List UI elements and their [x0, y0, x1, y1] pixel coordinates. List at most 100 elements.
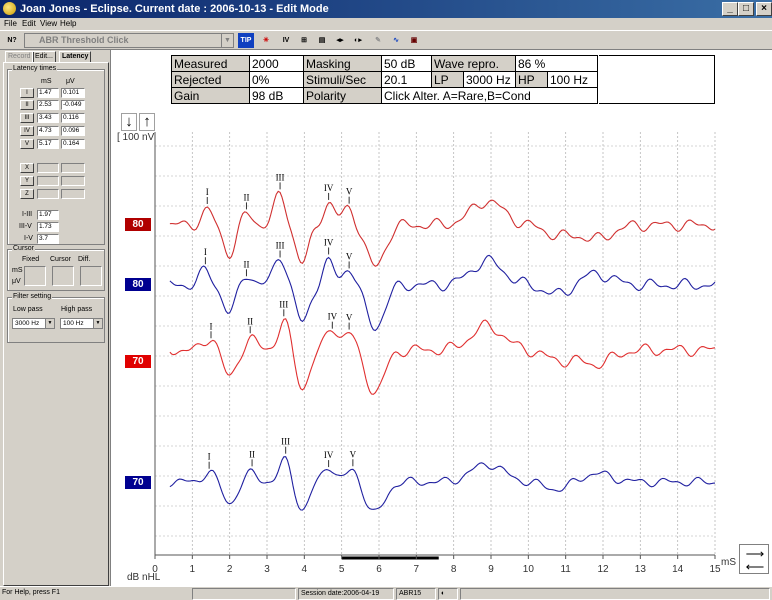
- waveform-area[interactable]: Measured 2000 Masking 50 dB Wave repro. …: [110, 50, 772, 586]
- peak-marker-label: II: [249, 449, 255, 459]
- peak-marker-label: I: [208, 452, 211, 462]
- chevron-down-icon: ▼: [45, 319, 54, 328]
- cursor-cursor-header: Cursor: [50, 256, 72, 263]
- peak-marker-label: III: [279, 299, 288, 309]
- wave-iv-ms: 4.73: [37, 126, 59, 136]
- chevron-down-icon: ▼: [221, 34, 233, 47]
- x-tick-label: 6: [376, 564, 382, 575]
- status-help-text: For Help, press F1: [2, 589, 60, 596]
- marker-x-uv: [61, 163, 85, 173]
- x-axis-unit: mS: [721, 557, 736, 568]
- cursor-group: Cursor Fixed Cursor Diff. mS μV: [7, 245, 105, 291]
- menu-edit[interactable]: Edit: [22, 19, 36, 28]
- menu-view[interactable]: View: [40, 19, 57, 28]
- interval-i-iii-value: 1.97: [37, 210, 59, 220]
- latency-group-title: Latency times: [12, 65, 58, 72]
- x-tick-label: 15: [709, 564, 721, 575]
- uv-column-header: μV: [66, 78, 75, 85]
- title-bar: Joan Jones - Eclipse. Current date : 200…: [0, 0, 772, 18]
- interval-i-v-value: 3.7: [37, 234, 59, 244]
- save-icon[interactable]: ▣: [406, 33, 422, 48]
- filter-group-title: Filter setting: [12, 293, 53, 300]
- wave-iii-button[interactable]: III: [20, 113, 34, 123]
- panel-tabs: Record Edit... Latency: [3, 50, 109, 62]
- compare-icon[interactable]: ◐▸: [350, 33, 366, 48]
- marker-y-button[interactable]: Y: [20, 176, 34, 186]
- print-icon[interactable]: ▤: [314, 33, 330, 48]
- tip-icon[interactable]: TIP: [238, 33, 254, 48]
- close-button[interactable]: ×: [756, 2, 772, 16]
- waveform-sum-icon[interactable]: ⊞: [296, 33, 312, 48]
- low-pass-select[interactable]: 3000 Hz ▼: [12, 318, 55, 329]
- marker-x-button[interactable]: X: [20, 163, 34, 173]
- marker-x-ms: [37, 163, 59, 173]
- wave-i-button[interactable]: I: [20, 88, 34, 98]
- high-pass-select[interactable]: 100 Hz ▼: [60, 318, 103, 329]
- x-tick-label: 3: [264, 564, 270, 575]
- marker-icon[interactable]: ✳: [258, 33, 274, 48]
- status-session-date: Session date:2006-04-19: [298, 588, 394, 600]
- marker-y-uv: [61, 176, 85, 186]
- x-tick-label: 10: [523, 564, 535, 575]
- ms-column-header: mS: [41, 78, 52, 85]
- peak-marker-label: III: [276, 240, 285, 250]
- level-label-80-blue[interactable]: 80: [125, 278, 151, 291]
- peak-marker-label: IV: [328, 312, 338, 322]
- tab-edit[interactable]: Edit...: [32, 51, 56, 62]
- report-icon[interactable]: ∿: [388, 33, 404, 48]
- connect-icon[interactable]: ◂▸: [332, 33, 348, 48]
- wave-v-ms: 5.17: [37, 139, 59, 149]
- latency-times-group: Latency times mS μV I 1.47 0.101 II 2.53…: [7, 65, 105, 245]
- minimize-button[interactable]: _: [722, 2, 738, 16]
- x-tick-label: 7: [414, 564, 420, 575]
- wave-ii-ms: 2.53: [37, 100, 59, 110]
- x-tick-label: 14: [672, 564, 684, 575]
- low-pass-value: 3000 Hz: [15, 320, 40, 327]
- high-pass-value: 100 Hz: [63, 320, 84, 327]
- wave-iv-button[interactable]: IV: [20, 126, 34, 136]
- edit-wave-icon[interactable]: ✎: [370, 33, 386, 48]
- peak-marker-label: IV: [324, 450, 334, 460]
- tab-record[interactable]: Record: [5, 51, 34, 62]
- wave-i-uv: 0.101: [61, 88, 85, 98]
- menu-help[interactable]: Help: [60, 19, 76, 28]
- x-tick-label: 11: [560, 564, 571, 575]
- peak-marker-label: V: [346, 187, 353, 197]
- status-test-id: ABR15: [396, 588, 436, 600]
- menu-file[interactable]: File: [4, 19, 17, 28]
- status-bar: For Help, press F1 Session date:2006-04-…: [0, 586, 772, 600]
- cursor-cursor-value: [52, 266, 74, 286]
- tab-latency[interactable]: Latency: [59, 51, 92, 62]
- peak-marker-label: IV: [324, 237, 334, 247]
- wave-v-uv: 0.164: [61, 139, 85, 149]
- marker-z-button[interactable]: Z: [20, 189, 34, 199]
- level-label-70-red[interactable]: 70: [125, 355, 151, 368]
- wave-v-button[interactable]: V: [20, 139, 34, 149]
- test-type-select[interactable]: ABR Threshold Click ▼: [24, 33, 234, 48]
- abr-waveform-plot[interactable]: 0 1 2 3 4 5 6 7 8 9 10 11 12 13 14 15 IIIIIIIV VIIIIII IV…: [111, 50, 772, 586]
- scroll-arrow-buttons[interactable]: ⟶ ⟵: [739, 544, 769, 574]
- wave-iii-ms: 3.43: [37, 113, 59, 123]
- x-tick-label: 1: [190, 564, 196, 575]
- iv-icon[interactable]: IV: [278, 33, 294, 48]
- maximize-button[interactable]: □: [738, 2, 754, 16]
- level-label-70-blue[interactable]: 70: [125, 476, 151, 489]
- help-pointer-icon[interactable]: N?: [4, 33, 20, 48]
- arrow-left-icon[interactable]: ⟵: [742, 560, 768, 573]
- peak-marker-label: IV: [324, 183, 334, 193]
- waveform-traces: IIIIIIIV VIIIIII IVVIIIIIIIV VI IIIIIIV V: [169, 172, 716, 511]
- interval-i-iii-label: I-III: [22, 211, 33, 218]
- wave-ii-button[interactable]: II: [20, 100, 34, 110]
- toolbar: N? ABR Threshold Click ▼ TIP ✳ IV ⊞ ▤ ◂▸…: [0, 30, 772, 50]
- level-unit-label: dB nHL: [127, 572, 161, 583]
- interval-iii-v-label: III-V: [19, 223, 32, 230]
- left-panel: Record Edit... Latency Latency times mS …: [3, 50, 109, 586]
- level-label-80-red[interactable]: 80: [125, 218, 151, 231]
- peak-marker-label: V: [346, 251, 353, 261]
- low-pass-label: Low pass: [13, 306, 43, 313]
- menu-bar: File Edit View Help: [0, 18, 772, 30]
- peak-marker-label: III: [281, 437, 290, 447]
- x-tick-label: 9: [488, 564, 494, 575]
- peak-marker-label: II: [247, 316, 253, 326]
- peak-marker-label: II: [243, 259, 249, 269]
